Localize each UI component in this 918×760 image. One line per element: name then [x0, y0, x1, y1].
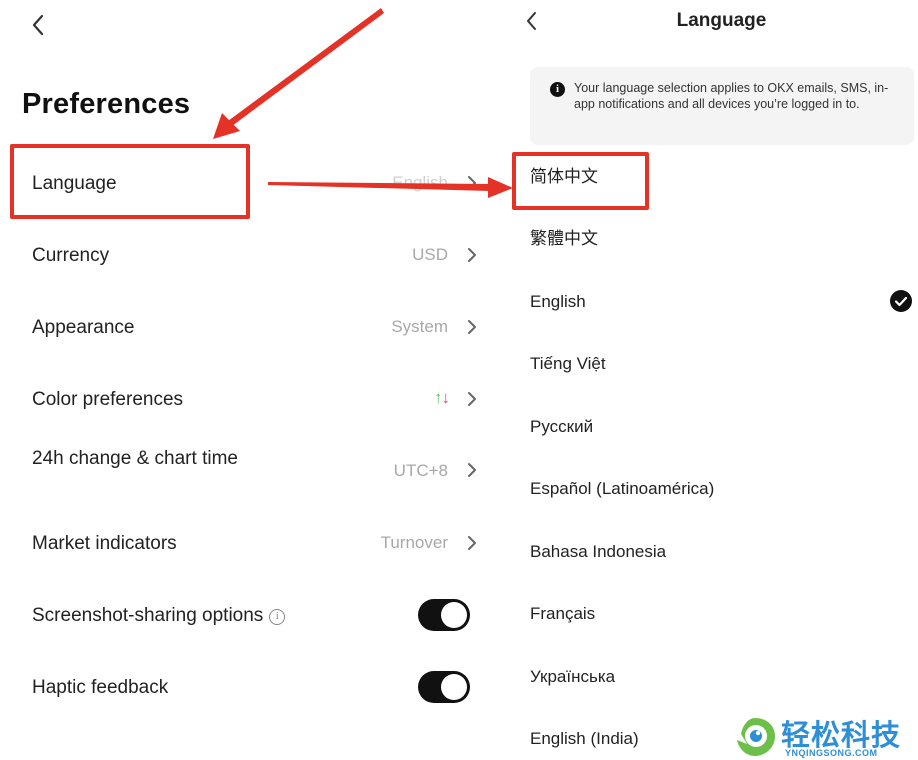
- language-option-selected[interactable]: English: [530, 282, 890, 322]
- haptic-feedback-toggle[interactable]: [418, 671, 470, 703]
- row-label: Haptic feedback: [32, 677, 169, 698]
- row-screenshot-sharing: Screenshot-sharing options i: [0, 580, 505, 650]
- chevron-right-icon: [465, 534, 479, 552]
- language-option[interactable]: Tiếng Việt: [530, 344, 890, 384]
- back-chevron-icon: [32, 14, 44, 36]
- toggle-knob: [441, 602, 467, 628]
- row-value: USD: [412, 245, 448, 264]
- language-option[interactable]: Русский: [530, 407, 890, 447]
- back-button[interactable]: [26, 10, 50, 40]
- info-notice: i Your language selection applies to OKX…: [530, 67, 914, 145]
- chevron-right-icon: [465, 174, 479, 192]
- row-label: Currency: [32, 245, 110, 266]
- language-option[interactable]: Bahasa Indonesia: [530, 532, 890, 572]
- language-screen: Language i Your language selection appli…: [505, 0, 918, 760]
- info-icon: i: [550, 82, 565, 97]
- row-label: Market indicators: [32, 533, 177, 554]
- language-option[interactable]: Français: [530, 594, 890, 634]
- toggle-knob: [441, 674, 467, 700]
- row-label: Screenshot-sharing options: [32, 605, 264, 626]
- annotation-box-simplified-chinese: [512, 152, 649, 210]
- chevron-right-icon: [465, 390, 479, 408]
- page-title: Language: [676, 10, 767, 31]
- row-label: Color preferences: [32, 389, 184, 410]
- language-option[interactable]: 繁體中文: [530, 219, 890, 259]
- chevron-right-icon: [465, 246, 479, 264]
- info-icon[interactable]: i: [269, 609, 286, 625]
- row-value: UTC+8: [393, 461, 448, 480]
- chevron-right-icon: [465, 461, 479, 479]
- row-currency[interactable]: Currency USD: [0, 220, 505, 290]
- annotation-box-language-row: [10, 144, 250, 219]
- row-label-wrap: Screenshot-sharing options i: [32, 603, 286, 628]
- row-color-preferences[interactable]: Color preferences ↑↓: [0, 364, 505, 434]
- preferences-screen: Preferences Language English Currency US…: [0, 0, 505, 760]
- watermark: 轻松科技 YNQINGSONG.COM: [733, 712, 918, 760]
- screenshot-sharing-toggle[interactable]: [418, 599, 470, 631]
- language-option[interactable]: Українська: [530, 657, 890, 697]
- row-value: English: [392, 173, 448, 192]
- row-value: System: [391, 317, 448, 336]
- notice-text: Your language selection applies to OKX e…: [574, 81, 889, 111]
- row-appearance[interactable]: Appearance System: [0, 292, 505, 362]
- watermark-url-text: YNQINGSONG.COM: [785, 748, 878, 758]
- language-option[interactable]: Español (Latinoamérica): [530, 469, 890, 509]
- row-market-indicators[interactable]: Market indicators Turnover: [0, 508, 505, 578]
- row-label: Appearance: [32, 317, 135, 338]
- row-24h-change[interactable]: 24h change & chart time UTC+8: [0, 436, 505, 508]
- checkmark-icon: [890, 290, 912, 312]
- color-arrows-icon: ↑↓: [434, 388, 450, 407]
- watermark-logo-icon: [737, 718, 775, 756]
- row-haptic-feedback: Haptic feedback: [0, 652, 505, 722]
- row-value: Turnover: [380, 533, 448, 552]
- page-title: Preferences: [22, 88, 191, 120]
- row-label: 24h change & chart time: [32, 448, 238, 469]
- chevron-right-icon: [465, 318, 479, 336]
